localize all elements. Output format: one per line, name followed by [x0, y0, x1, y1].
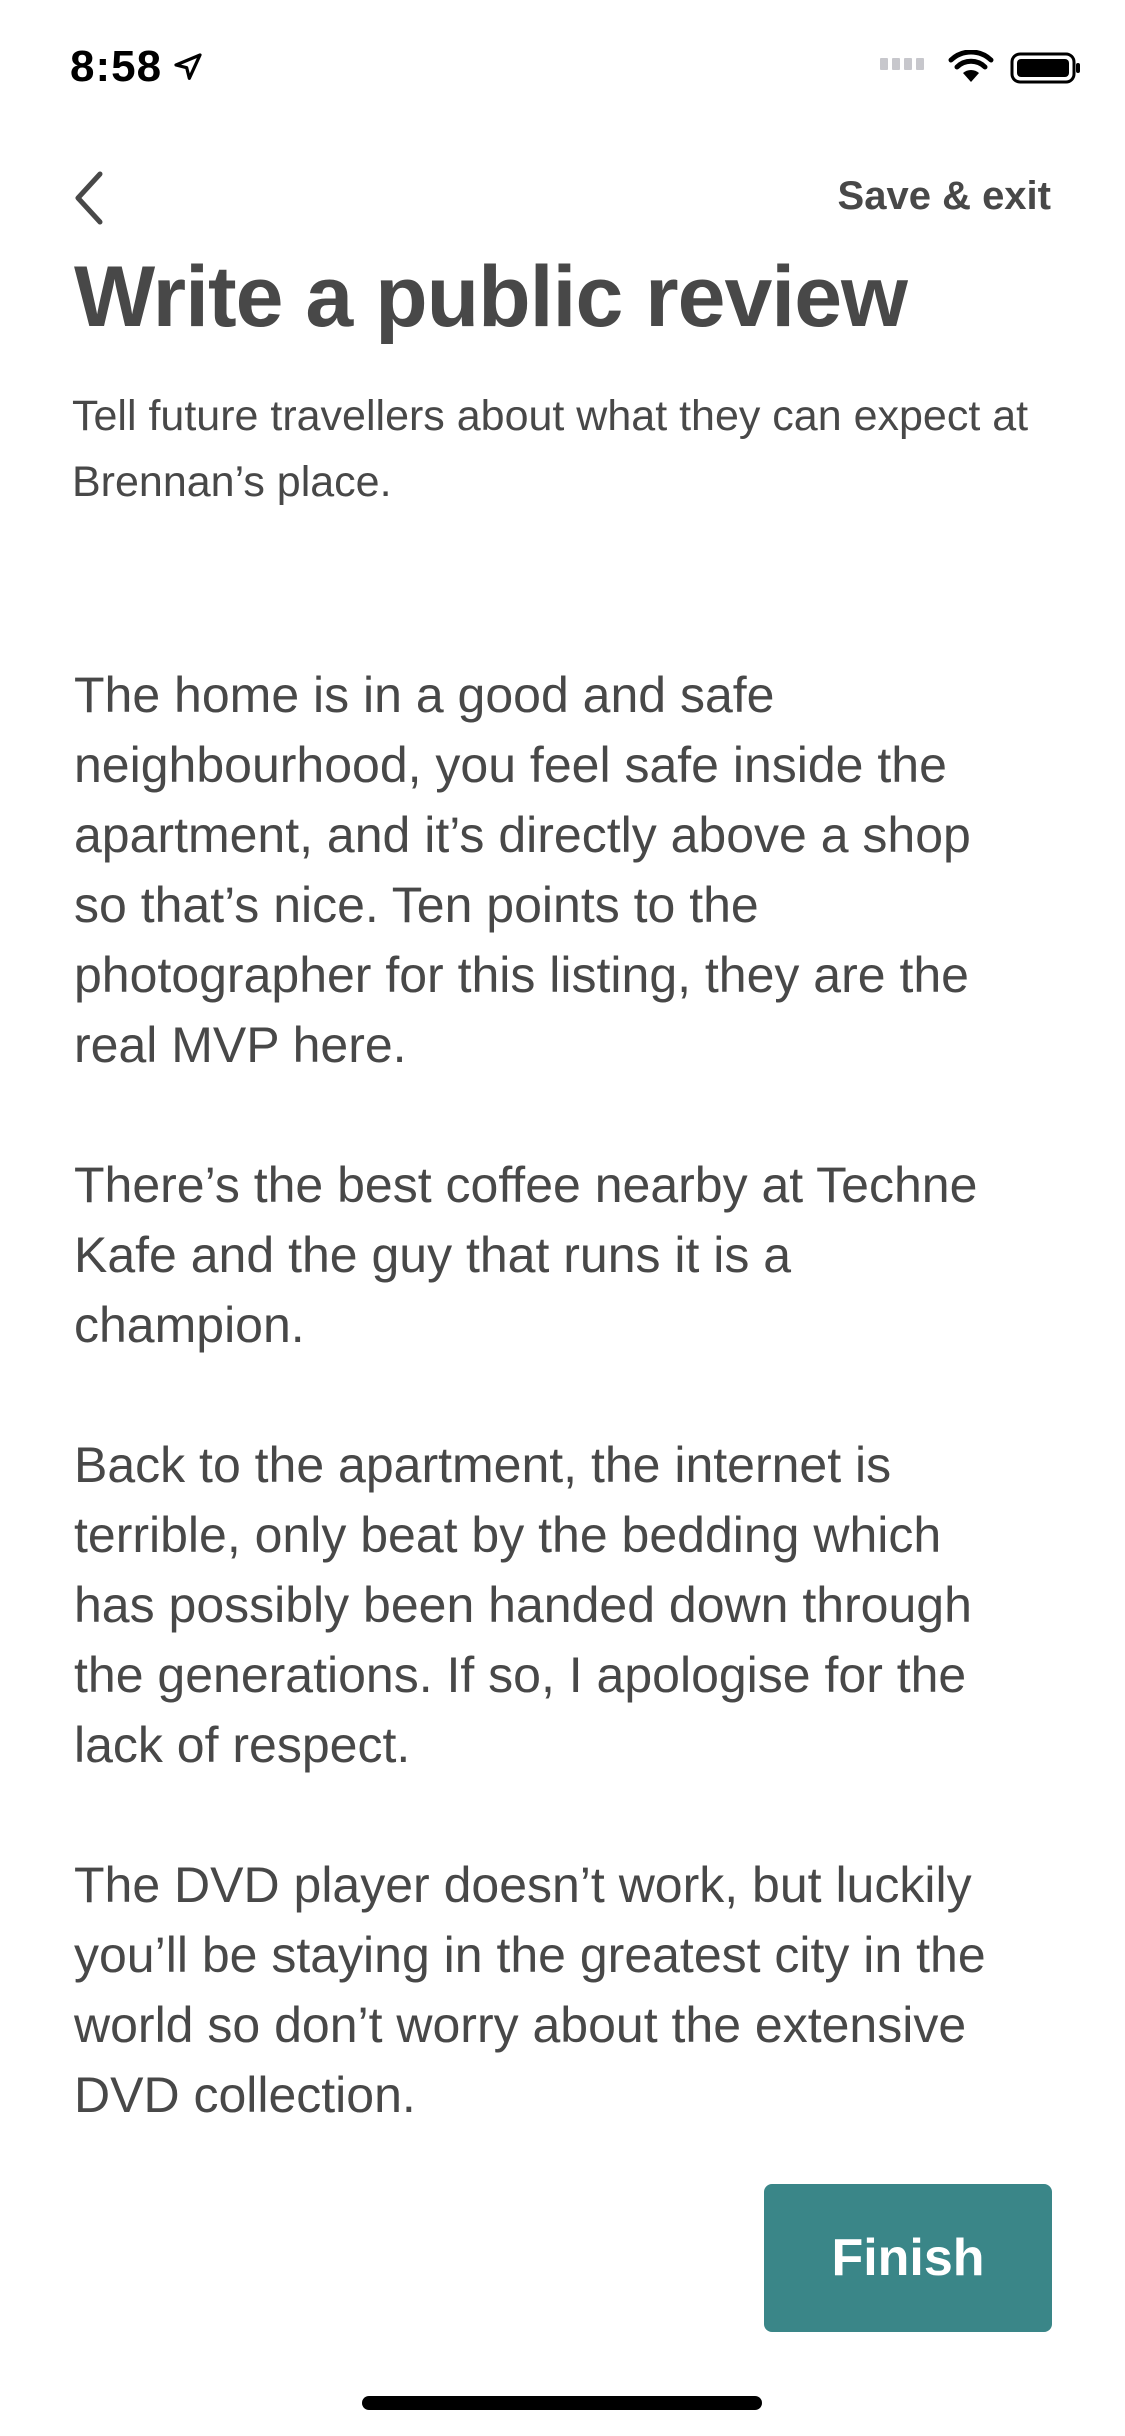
- status-time: 8:58: [70, 42, 204, 92]
- finish-button[interactable]: Finish: [764, 2184, 1052, 2332]
- back-button[interactable]: [66, 168, 112, 228]
- clock-text: 8:58: [70, 42, 163, 91]
- review-paragraph: The DVD player doesn’t work, but luckily…: [74, 1857, 986, 2123]
- review-paragraph: Back to the apartment, the internet is t…: [74, 1437, 972, 1773]
- status-bar: 8:58: [0, 0, 1125, 135]
- home-indicator: [362, 2396, 762, 2410]
- save-exit-button[interactable]: Save & exit: [838, 174, 1051, 219]
- page-subtitle: Tell future travellers about what they c…: [72, 392, 1029, 506]
- page-title: Write a public review: [74, 249, 908, 345]
- location-arrow-icon: [174, 53, 202, 80]
- battery-icon: [1010, 52, 1080, 84]
- review-paragraph: There’s the best coffee nearby at Techne…: [74, 1157, 978, 1353]
- review-textarea[interactable]: The home is in a good and safe neighbour…: [74, 660, 1004, 2200]
- cellular-signal-icon: [880, 58, 924, 70]
- review-paragraph: The home is in a good and safe neighbour…: [74, 667, 971, 1073]
- wifi-icon: [948, 50, 994, 82]
- chevron-left-icon: [75, 171, 103, 225]
